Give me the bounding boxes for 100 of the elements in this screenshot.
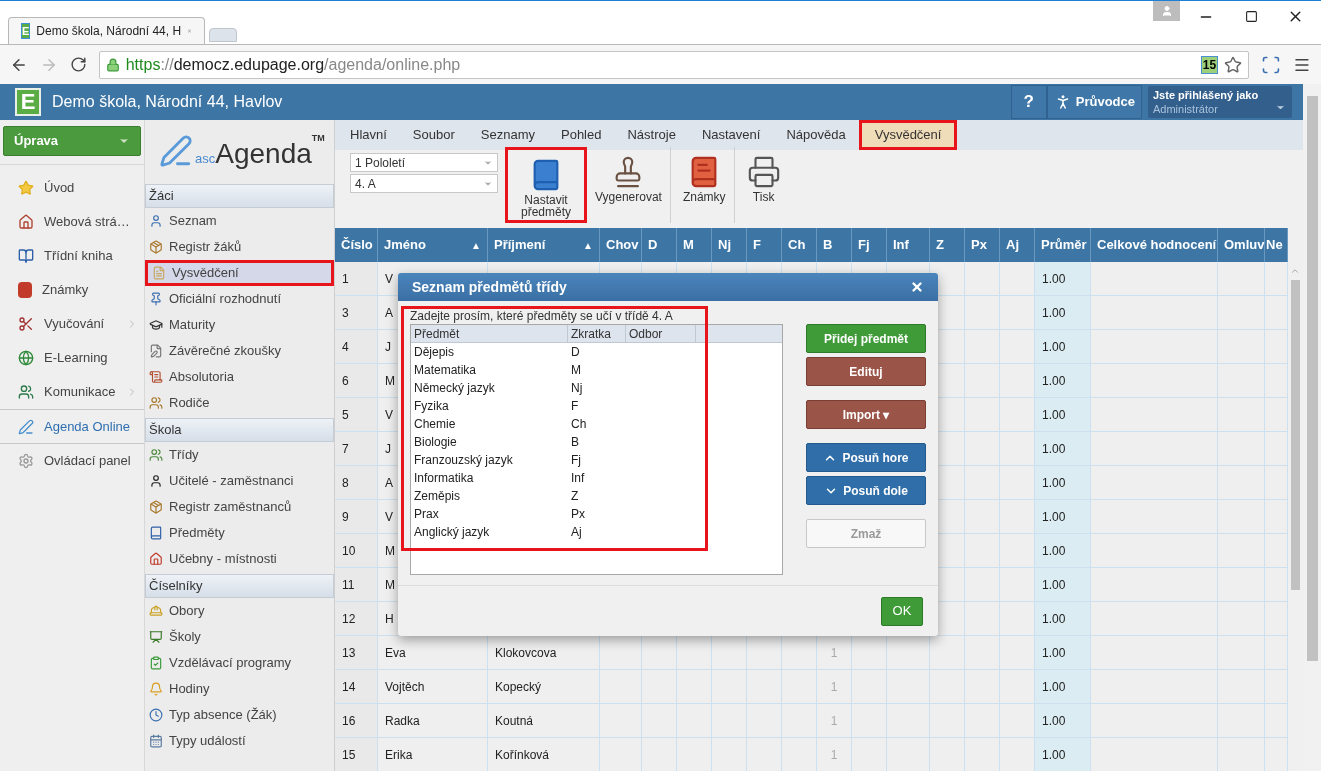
table-row[interactable]: 15 Erika Kořínková 1 1.00 (335, 738, 1288, 771)
column-header[interactable]: Chov (606, 235, 639, 255)
column-header[interactable]: M (683, 235, 694, 255)
menu-tab[interactable]: Hlavní (337, 120, 400, 150)
sidebar-item[interactable]: Rodiče (145, 390, 334, 416)
sidebar-item[interactable]: Učitelé - zaměstnanci (145, 468, 334, 494)
column-header[interactable]: Aj (1006, 235, 1019, 255)
sidebar-item[interactable]: Závěrečné zkoušky (145, 338, 334, 364)
column-header[interactable]: Jméno (384, 235, 426, 255)
column-header[interactable]: B (823, 235, 833, 255)
sidebar-item[interactable]: Absolutoria (145, 364, 334, 390)
sidebar-item[interactable]: Učebny - místnosti (145, 546, 334, 572)
bookmark-star-icon[interactable] (1224, 55, 1243, 74)
column-header[interactable]: Fj (858, 235, 870, 255)
sidebar-item[interactable]: Školy (145, 624, 334, 650)
nav-item[interactable]: E-Learning (0, 341, 144, 375)
help-button[interactable]: ? (1010, 85, 1047, 119)
toolbar-button[interactable]: Známky (674, 147, 735, 223)
column-header[interactable]: Průměr (1041, 235, 1087, 255)
guide-button[interactable]: Průvodce (1046, 85, 1142, 119)
sort-indicator[interactable]: ▲ (583, 237, 593, 253)
column-header[interactable]: Příjmení (494, 235, 546, 255)
table-cell: 1.00 (1035, 704, 1091, 738)
nav-item[interactable]: Třídní kniha (0, 239, 144, 273)
menu-tab[interactable]: Soubor (399, 120, 468, 150)
table-cell: 1.00 (1035, 262, 1091, 296)
sort-indicator[interactable]: ▲ (471, 237, 481, 253)
sidebar-item[interactable]: Oficiální rozhodnutí (145, 286, 334, 312)
list-column-header[interactable]: Odbor (626, 325, 696, 342)
column-header[interactable]: Z (936, 235, 944, 255)
address-field[interactable]: https://democz.edupage.org/agenda/online.php 15 (98, 50, 1250, 79)
column-header[interactable]: Inf (893, 235, 909, 255)
browser-tab[interactable]: E Demo škola, Národní 44, H (8, 17, 205, 44)
toolbar-button[interactable]: Nastavit předměty (505, 147, 587, 223)
dialog-button[interactable]: Import ▾ (806, 400, 926, 429)
maximize-icon[interactable] (1245, 10, 1258, 23)
nav-item[interactable]: Známky (0, 273, 144, 307)
sidebar-item[interactable]: Vysvědčení (145, 260, 334, 286)
menu-tab[interactable]: Nastavení (688, 120, 774, 150)
column-header[interactable]: Číslo (341, 235, 373, 255)
column-header[interactable]: F (753, 235, 761, 255)
sidebar-item[interactable]: Registr žáků (145, 234, 334, 260)
sidebar-item[interactable]: Typy událostí (145, 728, 334, 754)
menu-tab[interactable]: Nápověda (773, 120, 859, 150)
sidebar-item[interactable]: Vzdělávací programy (145, 650, 334, 676)
house-icon (18, 214, 34, 230)
scroll-thumb[interactable] (1291, 280, 1300, 590)
dropdown-select[interactable]: 1 Pololetí (350, 153, 498, 172)
dialog-button[interactable]: Edituj (806, 357, 926, 386)
nav-item[interactable]: Komunikace (0, 375, 144, 409)
table-cell: 1.00 (1035, 398, 1091, 432)
column-header[interactable]: Omluv (1224, 235, 1265, 255)
column-header[interactable]: Px (971, 235, 987, 255)
column-header[interactable]: Celkové hodnocení (1097, 235, 1217, 255)
column-header[interactable]: Nj (718, 235, 731, 255)
table-row[interactable]: 13 Eva Klokovcova 1 1.00 (335, 636, 1288, 670)
menu-tab[interactable]: Seznamy (467, 120, 548, 150)
sidebar-item[interactable]: Seznam (145, 208, 334, 234)
reload-icon[interactable] (69, 56, 87, 73)
sidebar-item[interactable]: Registr zaměstnanců (145, 494, 334, 520)
table-cell: 1.00 (1035, 364, 1091, 398)
sidebar-item[interactable]: Hodiny (145, 676, 334, 702)
ok-button[interactable]: OK (881, 596, 923, 626)
table-cell: Erika (378, 738, 488, 771)
dialog-button[interactable]: Posuň dole (806, 476, 926, 505)
sidebar-item[interactable]: Předměty (145, 520, 334, 546)
extension-badge[interactable]: 15 (1200, 55, 1219, 74)
list-column-header[interactable]: Předmět (411, 325, 568, 342)
table-cell: 1.00 (1035, 738, 1091, 771)
dialog-button[interactable]: Přidej předmět (806, 324, 926, 353)
sidebar-item[interactable]: Třídy (145, 442, 334, 468)
user-menu[interactable]: Jste přihlášený jako Administrátor (1148, 86, 1292, 118)
nav-item[interactable]: Úvod (0, 171, 144, 205)
edit-menu-button[interactable]: Úprava (3, 126, 141, 156)
calendar-icon (149, 734, 163, 748)
sidebar-item[interactable]: Maturity (145, 312, 334, 338)
table-row[interactable]: 14 Vojtěch Kopecký 1 1.00 (335, 670, 1288, 704)
toolbar-button[interactable]: Vygenerovat (587, 147, 671, 223)
sidebar-item[interactable]: Typ absence (Žák) (145, 702, 334, 728)
nav-item[interactable]: Vyučování (0, 307, 144, 341)
toolbar-button[interactable]: Tisk (738, 147, 789, 223)
nav-item[interactable]: Ovládací panel (0, 443, 144, 477)
column-header[interactable]: Ch (788, 235, 806, 255)
nav-item[interactable]: Agenda Online (0, 409, 144, 443)
sidebar-item[interactable]: Obory (145, 598, 334, 624)
box-icon (149, 500, 163, 514)
nav-item[interactable]: Webová strá… (0, 205, 144, 239)
column-header[interactable]: Ne (1266, 235, 1283, 255)
menu-tab[interactable]: Vysvědčení (858, 120, 958, 150)
page-scrollbar[interactable] (1303, 84, 1321, 771)
subject-list[interactable]: Předmět Zkratka Odbor Dějepis D Matematika M Německý jazyk Nj Fyzika F Chemie Ch Biologie B Franzouzský jazyk Fj Informatika Inf Zeměpis Z Prax Px Anglický jazyk Aj (410, 324, 783, 575)
star-icon (18, 180, 34, 196)
list-column-header[interactable]: Zkratka (568, 325, 626, 342)
dropdown-select[interactable]: 4. A (350, 174, 498, 193)
menu-tab[interactable]: Pohled (548, 120, 615, 150)
table-row[interactable]: 16 Radka Koutná 1 1.00 (335, 704, 1288, 738)
scroll-thumb[interactable] (1307, 96, 1318, 661)
column-header[interactable]: D (648, 235, 658, 255)
dialog-button[interactable]: Posuň hore (806, 443, 926, 472)
menu-tab[interactable]: Nástroje (614, 120, 689, 150)
